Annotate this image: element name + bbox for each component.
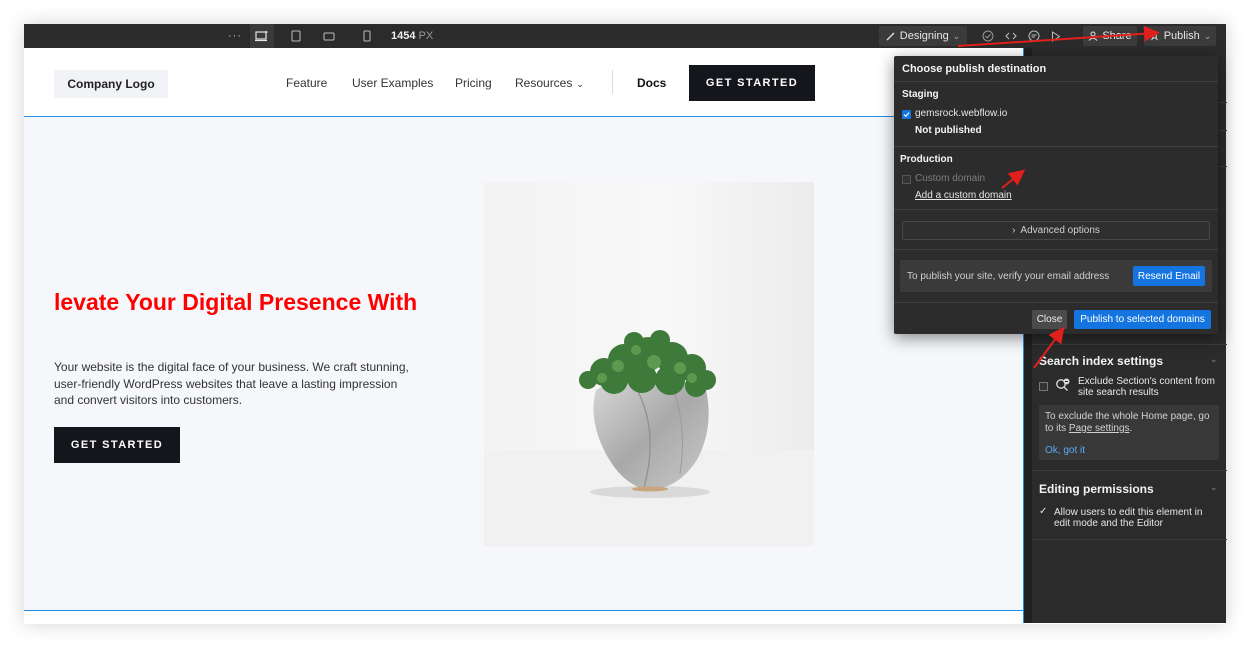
popover-divider — [894, 81, 1218, 82]
code-icon[interactable] — [1002, 24, 1020, 48]
chevron-down-icon[interactable]: ⌄ — [1210, 354, 1218, 365]
comment-icon[interactable] — [1026, 24, 1042, 48]
publish-to-selected-domains-button[interactable]: Publish to selected domains — [1074, 310, 1211, 329]
hero-plant-image[interactable] — [484, 182, 814, 546]
popover-divider — [894, 249, 1218, 250]
chevron-right-icon: › — [1012, 225, 1016, 236]
mode-switcher[interactable]: Designing ⌄ — [879, 26, 967, 46]
design-canvas[interactable]: Company Logo Feature User Examples Prici… — [24, 48, 1023, 623]
landscape-icon[interactable] — [318, 24, 340, 48]
nav-link-docs[interactable]: Docs — [637, 76, 666, 90]
advanced-options-label: Advanced options — [1020, 225, 1100, 236]
hero-description[interactable]: Your website is the digital face of your… — [54, 359, 414, 409]
panel-divider — [1032, 344, 1227, 345]
hero-title[interactable]: levate Your Digital Presence With — [54, 288, 434, 317]
exclude-search-label: Exclude Section's content from site sear… — [1078, 376, 1215, 398]
nav-link-user-examples[interactable]: User Examples — [352, 76, 433, 90]
nav-link-resources-label: Resources — [515, 76, 573, 90]
tablet-icon[interactable] — [286, 24, 306, 48]
verify-email-text: To publish your site, verify your email … — [907, 271, 1110, 282]
play-icon[interactable] — [1048, 24, 1064, 48]
allow-edit-label: Allow users to edit this element in edit… — [1054, 507, 1203, 529]
more-icon[interactable]: ··· — [224, 24, 246, 48]
panel-divider — [1032, 539, 1227, 540]
brush-icon — [886, 31, 896, 41]
popover-divider — [894, 209, 1218, 210]
nav-link-pricing[interactable]: Pricing — [455, 76, 492, 90]
canvas-width-value: 1454 — [391, 30, 416, 42]
search-index-settings-header[interactable]: Search index settings — [1039, 354, 1163, 368]
chevron-down-icon[interactable]: ⌄ — [1210, 482, 1218, 493]
nav-divider — [612, 70, 613, 94]
nav-get-started-button[interactable]: GET STARTED — [689, 65, 815, 101]
canvas-width-unit: PX — [418, 30, 434, 42]
staging-heading: Staging — [902, 89, 939, 100]
nav-link-feature[interactable]: Feature — [286, 76, 327, 90]
nav-link-resources[interactable]: Resources ⌄ — [515, 76, 584, 90]
rocket-icon — [1149, 30, 1160, 42]
ok-got-it-link[interactable]: Ok, got it — [1045, 445, 1085, 456]
designer-toolbar: ··· * 1454 PX Designing ⌄ Share Publish … — [24, 24, 1226, 48]
production-heading: Production — [900, 154, 953, 165]
publish-button[interactable]: Publish ⌄ — [1144, 26, 1216, 46]
chevron-down-icon: ⌄ — [576, 79, 584, 89]
site-navbar[interactable]: Company Logo Feature User Examples Prici… — [24, 48, 1023, 117]
staging-checkbox[interactable] — [902, 110, 911, 119]
chevron-down-icon: ⌄ — [1203, 30, 1212, 41]
resend-email-button[interactable]: Resend Email — [1133, 266, 1205, 286]
mode-label: Designing — [899, 30, 949, 42]
desktop-breakpoint-icon[interactable]: * — [250, 24, 274, 48]
hero-get-started-button[interactable]: GET STARTED — [54, 427, 180, 463]
custom-domain-checkbox[interactable] — [902, 175, 911, 184]
phone-icon[interactable] — [358, 24, 376, 48]
popover-divider — [894, 146, 1218, 147]
close-button[interactable]: Close — [1032, 310, 1067, 329]
chevron-down-icon: ⌄ — [952, 30, 961, 41]
page-settings-link[interactable]: Page settings — [1069, 423, 1130, 434]
webflow-designer: ··· * 1454 PX Designing ⌄ Share Publish … — [0, 0, 1250, 648]
editing-permissions-header[interactable]: Editing permissions — [1039, 482, 1154, 496]
staging-domain-label: gemsrock.webflow.io — [915, 108, 1008, 119]
share-label: Share — [1102, 30, 1132, 42]
verify-email-notice: To publish your site, verify your email … — [900, 260, 1212, 292]
staging-status: Not published — [915, 125, 982, 136]
popover-divider — [894, 302, 1218, 303]
checkmark-icon[interactable]: ✓ — [1039, 506, 1047, 517]
company-logo[interactable]: Company Logo — [54, 70, 168, 98]
advanced-options-button[interactable]: › Advanced options — [902, 221, 1210, 240]
publish-label: Publish — [1163, 30, 1200, 42]
check-circle-icon[interactable] — [980, 24, 996, 48]
search-exclude-icon — [1055, 378, 1071, 397]
canvas-width-readout: 1454 PX — [391, 24, 433, 48]
search-note-suffix: . — [1129, 423, 1133, 434]
exclude-search-checkbox[interactable] — [1039, 382, 1048, 391]
publish-popover: Choose publish destination Staging gemsr… — [894, 56, 1218, 334]
panel-divider — [1032, 470, 1227, 471]
canvas-bottom-strip — [24, 611, 1023, 623]
add-custom-domain-link[interactable]: Add a custom domain — [915, 190, 1012, 201]
person-icon — [1088, 31, 1098, 41]
svg-text:*: * — [265, 30, 268, 37]
custom-domain-label: Custom domain — [915, 173, 986, 184]
share-button[interactable]: Share — [1083, 26, 1137, 46]
popover-title: Choose publish destination — [902, 63, 1047, 75]
